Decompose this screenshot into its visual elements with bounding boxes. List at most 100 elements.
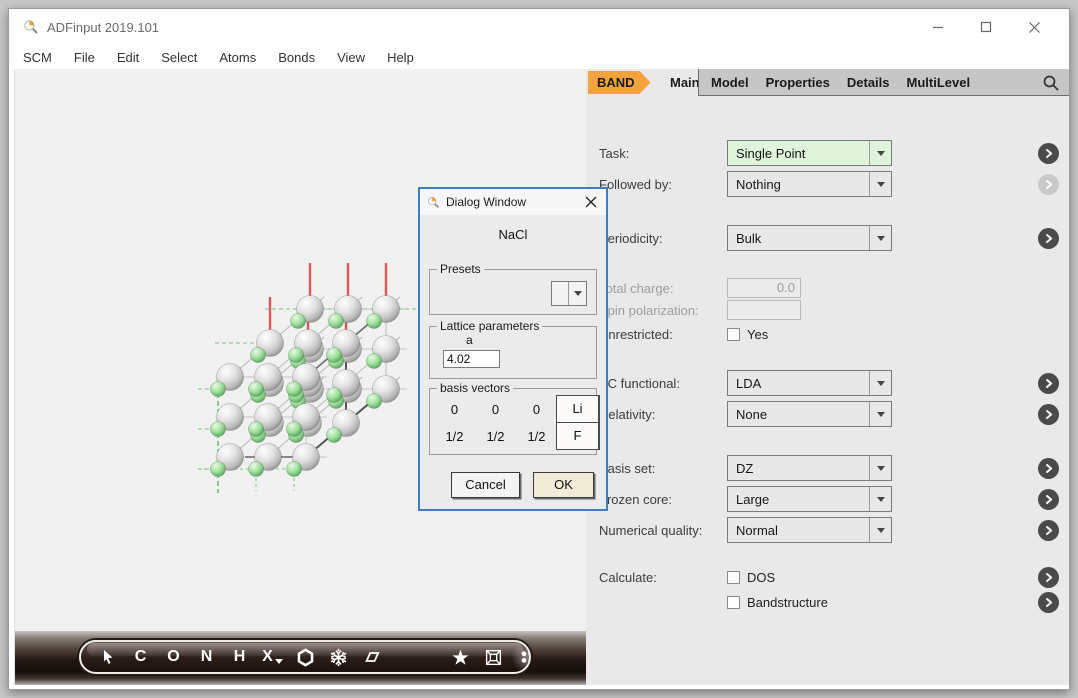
presets-group-label: Presets bbox=[437, 262, 484, 276]
menu-select[interactable]: Select bbox=[161, 50, 197, 65]
tab-band[interactable]: BAND bbox=[588, 71, 651, 94]
lattice-param-a-input[interactable]: 4.02 bbox=[443, 350, 500, 368]
app-magnifier-icon bbox=[23, 19, 39, 35]
dialog-window: Dialog Window NaCl Presets Lattice param… bbox=[418, 187, 608, 511]
close-button[interactable] bbox=[1025, 18, 1043, 36]
menu-bonds[interactable]: Bonds bbox=[278, 50, 315, 65]
dropdown-caret-icon bbox=[275, 659, 283, 664]
followed-by-dropdown[interactable]: Nothing bbox=[727, 171, 892, 197]
numerical-quality-dropdown[interactable]: Normal bbox=[727, 517, 892, 543]
presets-group: Presets bbox=[429, 269, 597, 315]
element-li-button[interactable]: Li bbox=[556, 395, 600, 423]
tab-multilevel[interactable]: MultiLevel bbox=[907, 75, 971, 90]
tab-model[interactable]: Model bbox=[711, 75, 749, 90]
basis-set-detail-button[interactable] bbox=[1038, 458, 1059, 479]
dialog-title: Dialog Window bbox=[446, 195, 526, 209]
task-detail-button[interactable] bbox=[1038, 143, 1059, 164]
menu-file[interactable]: File bbox=[74, 50, 95, 65]
dialog-close-icon[interactable] bbox=[583, 194, 599, 210]
xc-functional-dropdown[interactable]: LDA bbox=[727, 370, 892, 396]
lattice-param-a-label: a bbox=[466, 333, 473, 347]
inactive-tabs: Model Properties Details MultiLevel bbox=[698, 69, 1069, 96]
pointer-tool-icon[interactable] bbox=[91, 642, 124, 672]
frozen-core-dropdown[interactable]: Large bbox=[727, 486, 892, 512]
presets-dropdown[interactable] bbox=[551, 281, 587, 306]
xc-functional-detail-button[interactable] bbox=[1038, 373, 1059, 394]
chevron-down-icon bbox=[869, 487, 891, 511]
element-x-dropdown-button[interactable]: X bbox=[256, 642, 289, 672]
task-dropdown[interactable]: Single Point bbox=[727, 140, 892, 166]
total-charge-input: 0.0 bbox=[727, 278, 801, 298]
calculate-label: Calculate: bbox=[599, 570, 727, 585]
form-row-xc-functional: XC functional: LDA bbox=[599, 369, 1059, 397]
form-row-total-charge: Total charge: 0.0 bbox=[599, 277, 1059, 299]
tab-details[interactable]: Details bbox=[847, 75, 890, 90]
frozen-core-detail-button[interactable] bbox=[1038, 489, 1059, 510]
menu-atoms[interactable]: Atoms bbox=[219, 50, 256, 65]
menu-bar: SCM File Edit Select Atoms Bonds View He… bbox=[9, 45, 1069, 69]
element-n-button[interactable]: N bbox=[190, 642, 223, 672]
compound-name: NaCl bbox=[420, 227, 606, 242]
tab-properties[interactable]: Properties bbox=[766, 75, 830, 90]
dos-detail-button[interactable] bbox=[1038, 567, 1059, 588]
minimize-button[interactable] bbox=[929, 18, 947, 36]
xc-functional-label: XC functional: bbox=[599, 376, 727, 391]
periodicity-dropdown[interactable]: Bulk bbox=[727, 225, 892, 251]
lattice-parameters-group: Lattice parameters a 4.02 bbox=[429, 326, 597, 379]
chevron-down-icon bbox=[869, 172, 891, 196]
dialog-magnifier-icon bbox=[427, 196, 440, 209]
title-bar[interactable]: ADFinput 2019.101 bbox=[9, 9, 1069, 45]
basis-set-dropdown[interactable]: DZ bbox=[727, 455, 892, 481]
dos-checkbox[interactable] bbox=[727, 571, 740, 584]
element-f-button[interactable]: F bbox=[556, 422, 600, 450]
chevron-down-icon bbox=[568, 282, 586, 305]
dots-grid-tool-icon[interactable] bbox=[510, 642, 531, 672]
basis-group-label: basis vectors bbox=[437, 381, 513, 395]
maximize-button[interactable] bbox=[977, 18, 995, 36]
chevron-down-icon bbox=[869, 402, 891, 426]
relativity-dropdown[interactable]: None bbox=[727, 401, 892, 427]
followed-by-detail-button-disabled bbox=[1038, 174, 1059, 195]
bandstructure-detail-button[interactable] bbox=[1038, 592, 1059, 613]
menu-help[interactable]: Help bbox=[387, 50, 414, 65]
element-h-button[interactable]: H bbox=[223, 642, 256, 672]
bandstructure-checkbox[interactable] bbox=[727, 596, 740, 609]
dialog-title-bar[interactable]: Dialog Window bbox=[420, 189, 606, 215]
form-row-followed-by: Followed by: Nothing bbox=[599, 170, 1059, 198]
followed-by-value: Nothing bbox=[728, 177, 869, 192]
plane-tool-icon[interactable] bbox=[355, 642, 388, 672]
form-row-basis-set: Basis set: DZ bbox=[599, 454, 1059, 482]
periodicity-value: Bulk bbox=[728, 231, 869, 246]
element-o-button[interactable]: O bbox=[157, 642, 190, 672]
star-tool-icon[interactable] bbox=[444, 642, 477, 672]
perspective-box-tool-icon[interactable] bbox=[477, 642, 510, 672]
adfinput-window: ADFinput 2019.101 SCM File Edit Select A… bbox=[8, 8, 1070, 690]
xc-functional-value: LDA bbox=[728, 376, 869, 391]
unrestricted-checkbox[interactable] bbox=[727, 328, 740, 341]
menu-view[interactable]: View bbox=[337, 50, 365, 65]
freeze-tool-icon[interactable] bbox=[322, 642, 355, 672]
form-row-unrestricted: Unrestricted: Yes bbox=[599, 323, 1059, 345]
numerical-quality-detail-button[interactable] bbox=[1038, 520, 1059, 541]
menu-scm[interactable]: SCM bbox=[23, 50, 52, 65]
window-title: ADFinput 2019.101 bbox=[47, 20, 159, 35]
ring-tool-icon[interactable] bbox=[289, 642, 322, 672]
desktop-stage: ADFinput 2019.101 SCM File Edit Select A… bbox=[0, 0, 1078, 698]
periodicity-detail-button[interactable] bbox=[1038, 228, 1059, 249]
unrestricted-label: Unrestricted: bbox=[599, 327, 727, 342]
chevron-down-icon bbox=[869, 141, 891, 165]
numerical-quality-value: Normal bbox=[728, 523, 869, 538]
ok-button[interactable]: OK bbox=[533, 472, 594, 498]
form-row-periodicity: Periodicity: Bulk bbox=[599, 224, 1059, 252]
chevron-down-icon bbox=[869, 371, 891, 395]
form-row-frozen-core: Frozen core: Large bbox=[599, 485, 1059, 513]
form-row-numerical-quality: Numerical quality: Normal bbox=[599, 516, 1059, 544]
cancel-button[interactable]: Cancel bbox=[451, 472, 520, 498]
dos-checkbox-label: DOS bbox=[747, 570, 775, 585]
element-c-button[interactable]: C bbox=[124, 642, 157, 672]
menu-edit[interactable]: Edit bbox=[117, 50, 139, 65]
relativity-detail-button[interactable] bbox=[1038, 404, 1059, 425]
search-icon[interactable] bbox=[1042, 74, 1060, 92]
tab-strip: BAND Main Model Properties Details Multi… bbox=[586, 69, 1069, 96]
relativity-label: Relativity: bbox=[599, 407, 727, 422]
